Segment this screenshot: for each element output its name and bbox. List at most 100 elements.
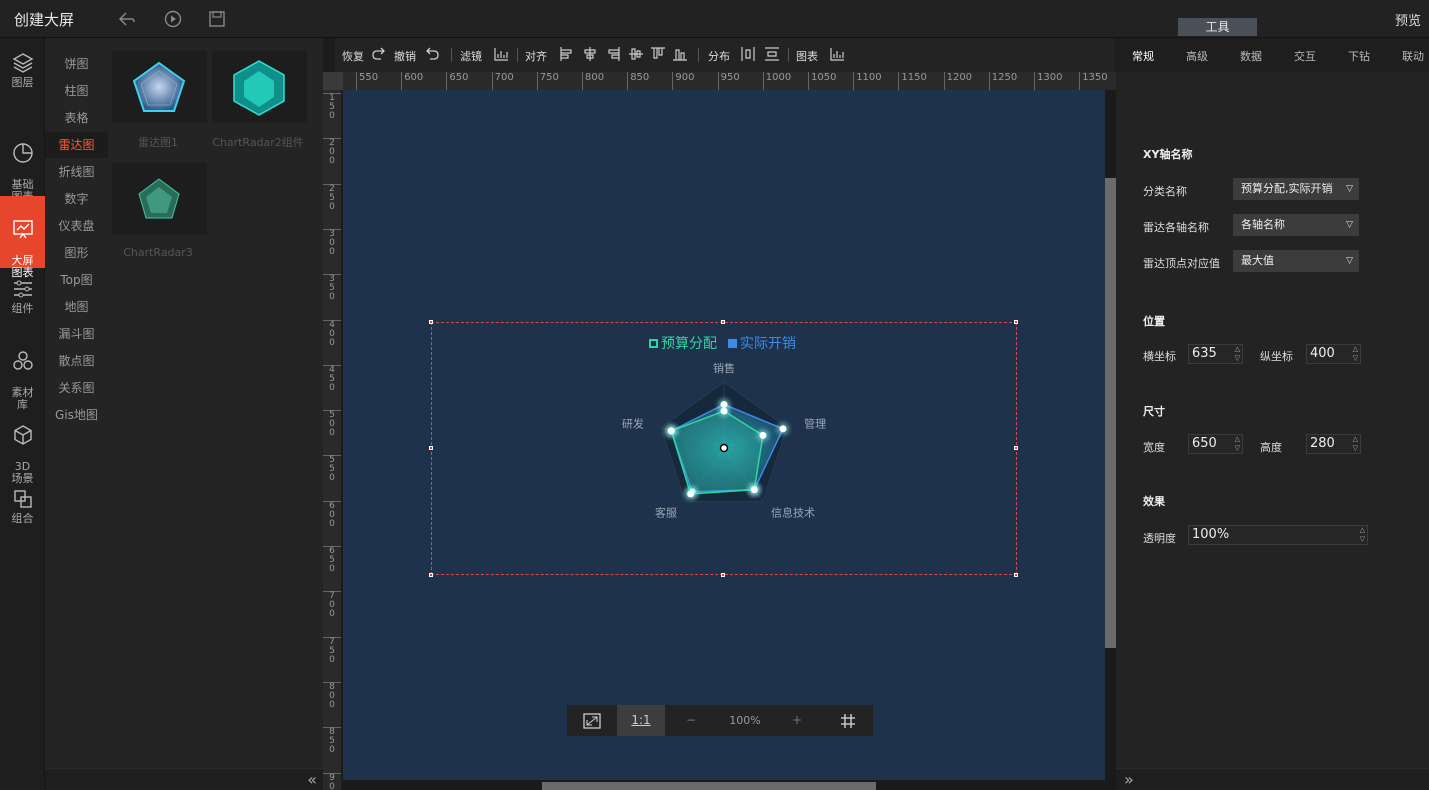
- spinner-icon[interactable]: △ ▽: [1235, 435, 1240, 453]
- spinner-icon[interactable]: △ ▽: [1353, 435, 1358, 453]
- legend-item-budget[interactable]: 预算分配: [649, 333, 717, 353]
- radar-chart[interactable]: 销售管理信息技术 客服 研发: [600, 355, 850, 535]
- category-gis[interactable]: Gis地图: [45, 402, 108, 428]
- distribute-button[interactable]: 分布: [708, 48, 730, 64]
- grid-icon: [841, 714, 855, 728]
- category-radar[interactable]: 雷达图: [45, 132, 108, 158]
- play-icon[interactable]: [164, 10, 182, 28]
- category-top[interactable]: Top图: [45, 267, 108, 293]
- axis-name-select[interactable]: 各轴名称 ▽: [1233, 214, 1359, 236]
- nav-layers[interactable]: 图层: [0, 52, 45, 100]
- nav-bigscreen-chart[interactable]: 大屏 图表: [0, 196, 45, 279]
- resize-handle-bl[interactable]: [429, 573, 433, 577]
- category-scatter[interactable]: 散点图: [45, 348, 108, 374]
- collapse-left-icon[interactable]: «: [307, 770, 317, 789]
- nav-3d-scene[interactable]: 3D 场景: [0, 412, 45, 485]
- preview-button[interactable]: 预览: [1395, 10, 1421, 29]
- category-bar[interactable]: 柱图: [45, 78, 108, 104]
- spinner-icon[interactable]: △ ▽: [1353, 345, 1358, 363]
- align-center-icon[interactable]: [582, 46, 598, 62]
- undo-icon[interactable]: [424, 46, 440, 62]
- fit-screen-button[interactable]: [567, 705, 617, 736]
- pie-icon: [12, 143, 33, 163]
- resize-handle-tr[interactable]: [1014, 320, 1018, 324]
- undo-button[interactable]: 撤销: [394, 48, 416, 64]
- align-bottom-icon[interactable]: [672, 46, 688, 62]
- align-right-icon[interactable]: [605, 46, 621, 62]
- back-icon[interactable]: [118, 10, 136, 28]
- layers-icon: [12, 53, 33, 73]
- right-footer: »: [1116, 768, 1429, 790]
- resize-handle-l[interactable]: [429, 446, 433, 450]
- vertical-scroll-thumb[interactable]: [1105, 178, 1116, 648]
- spinner-icon[interactable]: △ ▽: [1235, 345, 1240, 363]
- ruler-h-tick: 700: [491, 72, 514, 90]
- redo-button[interactable]: 恢复: [342, 48, 364, 64]
- distribute-h-icon[interactable]: [740, 46, 756, 62]
- align-middle-icon[interactable]: [628, 46, 644, 62]
- chart-icon[interactable]: [829, 46, 845, 62]
- tab-linkage[interactable]: 联动: [1402, 48, 1424, 64]
- sliders-icon: [13, 280, 32, 298]
- horizontal-scroll-thumb[interactable]: [542, 782, 876, 790]
- resize-handle-r[interactable]: [1014, 446, 1018, 450]
- left-footer: «: [45, 768, 323, 790]
- category-map[interactable]: 地图: [45, 294, 108, 320]
- thumb-radar3[interactable]: [112, 163, 207, 235]
- vertex-value-select[interactable]: 最大值 ▽: [1233, 250, 1359, 272]
- legend-item-actual[interactable]: 实际开销: [728, 333, 796, 353]
- width-input[interactable]: 650 △ ▽: [1188, 434, 1243, 454]
- resize-handle-b[interactable]: [721, 573, 725, 577]
- opacity-input[interactable]: 100% △ ▽: [1188, 525, 1368, 545]
- ruler-h-tick: 1000: [762, 72, 791, 90]
- align-top-icon[interactable]: [650, 46, 666, 62]
- ruler-v-tick: 450: [323, 364, 341, 393]
- grid-toggle-button[interactable]: [823, 705, 873, 736]
- align-button[interactable]: 对齐: [525, 48, 547, 64]
- distribute-v-icon[interactable]: [764, 46, 780, 62]
- thumb-radar1[interactable]: [112, 51, 207, 123]
- nav-basic-chart[interactable]: 基础 图表: [0, 130, 45, 203]
- tab-drilldown[interactable]: 下钻: [1348, 48, 1370, 64]
- category-name-select[interactable]: 预算分配,实际开销 ▽: [1233, 178, 1359, 200]
- filter-button[interactable]: 滤镜: [460, 48, 482, 64]
- category-pie[interactable]: 饼图: [45, 51, 108, 77]
- one-to-one-button[interactable]: 1:1: [617, 705, 665, 736]
- save-icon[interactable]: [208, 10, 226, 28]
- zoom-in-button[interactable]: +: [777, 705, 817, 736]
- thumb-radar2[interactable]: [212, 51, 307, 123]
- spinner-icon[interactable]: △ ▽: [1360, 526, 1365, 544]
- category-shape[interactable]: 图形: [45, 240, 108, 266]
- resize-handle-t[interactable]: [721, 320, 725, 324]
- tab-data[interactable]: 数据: [1240, 48, 1262, 64]
- category-number[interactable]: 数字: [45, 186, 108, 212]
- filter-chart-icon[interactable]: [493, 46, 509, 62]
- collapse-right-icon[interactable]: »: [1124, 770, 1134, 789]
- nav-material[interactable]: 素材 库: [0, 338, 45, 411]
- chart-button[interactable]: 图表: [796, 48, 818, 64]
- tools-tab[interactable]: 工具: [1178, 18, 1257, 36]
- nav-components[interactable]: 组件: [0, 278, 45, 322]
- ruler-h-tick: 600: [401, 72, 423, 90]
- radar-axis-label: 客服: [655, 506, 677, 520]
- resize-handle-br[interactable]: [1014, 573, 1018, 577]
- category-funnel[interactable]: 漏斗图: [45, 321, 108, 347]
- category-gauge[interactable]: 仪表盘: [45, 213, 108, 239]
- nav-group[interactable]: 组合: [0, 488, 45, 530]
- height-input[interactable]: 280 △ ▽: [1306, 434, 1361, 454]
- section-effect: 效果: [1143, 495, 1165, 508]
- axis-name-label: 雷达各轴名称: [1143, 221, 1209, 234]
- thumb-radar2-label: ChartRadar2组件: [212, 136, 304, 149]
- align-left-icon[interactable]: [559, 46, 575, 62]
- category-table[interactable]: 表格: [45, 105, 108, 131]
- tab-interaction[interactable]: 交互: [1294, 48, 1316, 64]
- category-relation[interactable]: 关系图: [45, 375, 108, 401]
- tab-general[interactable]: 常规: [1132, 48, 1154, 64]
- y-coordinate-input[interactable]: 400 △ ▽: [1306, 344, 1361, 364]
- resize-handle-tl[interactable]: [429, 320, 433, 324]
- redo-icon[interactable]: [371, 46, 387, 62]
- category-line[interactable]: 折线图: [45, 159, 108, 185]
- zoom-out-button[interactable]: −: [671, 705, 711, 736]
- x-coordinate-input[interactable]: 635 △ ▽: [1188, 344, 1243, 364]
- tab-advanced[interactable]: 高级: [1186, 48, 1208, 64]
